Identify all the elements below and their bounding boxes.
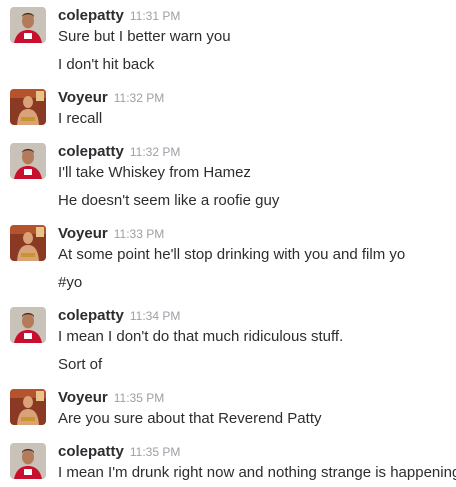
author-name[interactable]: colepatty <box>58 143 124 160</box>
user-avatar[interactable] <box>10 143 46 179</box>
message-text: Sort of <box>58 356 103 373</box>
voyeur-avatar-icon <box>10 225 46 261</box>
message-text: I mean I don't do that much ridiculous s… <box>58 328 344 345</box>
message-timestamp[interactable]: 11:35 PM <box>114 391 164 405</box>
message-text: I mean I'm drunk right now and nothing s… <box>58 464 456 481</box>
message-text: He doesn't seem like a roofie guy <box>58 192 280 209</box>
author-name[interactable]: Voyeur <box>58 225 108 242</box>
message-group: colepatty 11:35 PM I mean I'm drunk right… <box>0 443 456 485</box>
message-timestamp[interactable]: 11:31 PM <box>130 9 180 23</box>
user-avatar[interactable] <box>10 443 46 479</box>
author-name[interactable]: Voyeur <box>58 89 108 106</box>
user-avatar[interactable] <box>10 7 46 43</box>
message-timestamp[interactable]: 11:35 PM <box>130 445 180 459</box>
colepatty-avatar-icon <box>10 307 46 343</box>
message-text: Sure but I better warn you <box>58 28 231 45</box>
message-text: Are you sure about that Reverend Patty <box>58 410 322 427</box>
user-avatar[interactable] <box>10 225 46 261</box>
colepatty-avatar-icon <box>10 143 46 179</box>
author-name[interactable]: colepatty <box>58 307 124 324</box>
voyeur-avatar-icon <box>10 389 46 425</box>
voyeur-avatar-icon <box>10 89 46 125</box>
message-group: colepatty 11:32 PM I'll take Whiskey from… <box>0 143 456 213</box>
colepatty-avatar-icon <box>10 7 46 43</box>
message-text: I recall <box>58 110 103 127</box>
message-group: colepatty 11:34 PM I mean I don't do that… <box>0 307 456 377</box>
message-timestamp[interactable]: 11:34 PM <box>130 309 180 323</box>
user-avatar[interactable] <box>10 389 46 425</box>
message-text: At some point he'll stop drinking with y… <box>58 246 406 263</box>
message-text: #yo <box>58 274 83 291</box>
user-avatar[interactable] <box>10 307 46 343</box>
message-timestamp[interactable]: 11:33 PM <box>114 227 164 241</box>
message-timestamp[interactable]: 11:32 PM <box>130 145 180 159</box>
message-group: colepatty 11:31 PM Sure but I better warn… <box>0 7 456 77</box>
message-text: I don't hit back <box>58 56 155 73</box>
user-avatar[interactable] <box>10 89 46 125</box>
message-text: I'll take Whiskey from Hamez <box>58 164 251 181</box>
author-name[interactable]: colepatty <box>58 7 124 24</box>
message-timestamp[interactable]: 11:32 PM <box>114 91 164 105</box>
message-group: Voyeur 11:33 PM At some point he'll stop … <box>0 225 456 295</box>
message-group: Voyeur 11:32 PM I recall <box>0 89 456 129</box>
colepatty-avatar-icon <box>10 443 46 479</box>
message-group: Voyeur 11:35 PM Are you sure about that R… <box>0 389 456 429</box>
author-name[interactable]: Voyeur <box>58 389 108 406</box>
author-name[interactable]: colepatty <box>58 443 124 460</box>
